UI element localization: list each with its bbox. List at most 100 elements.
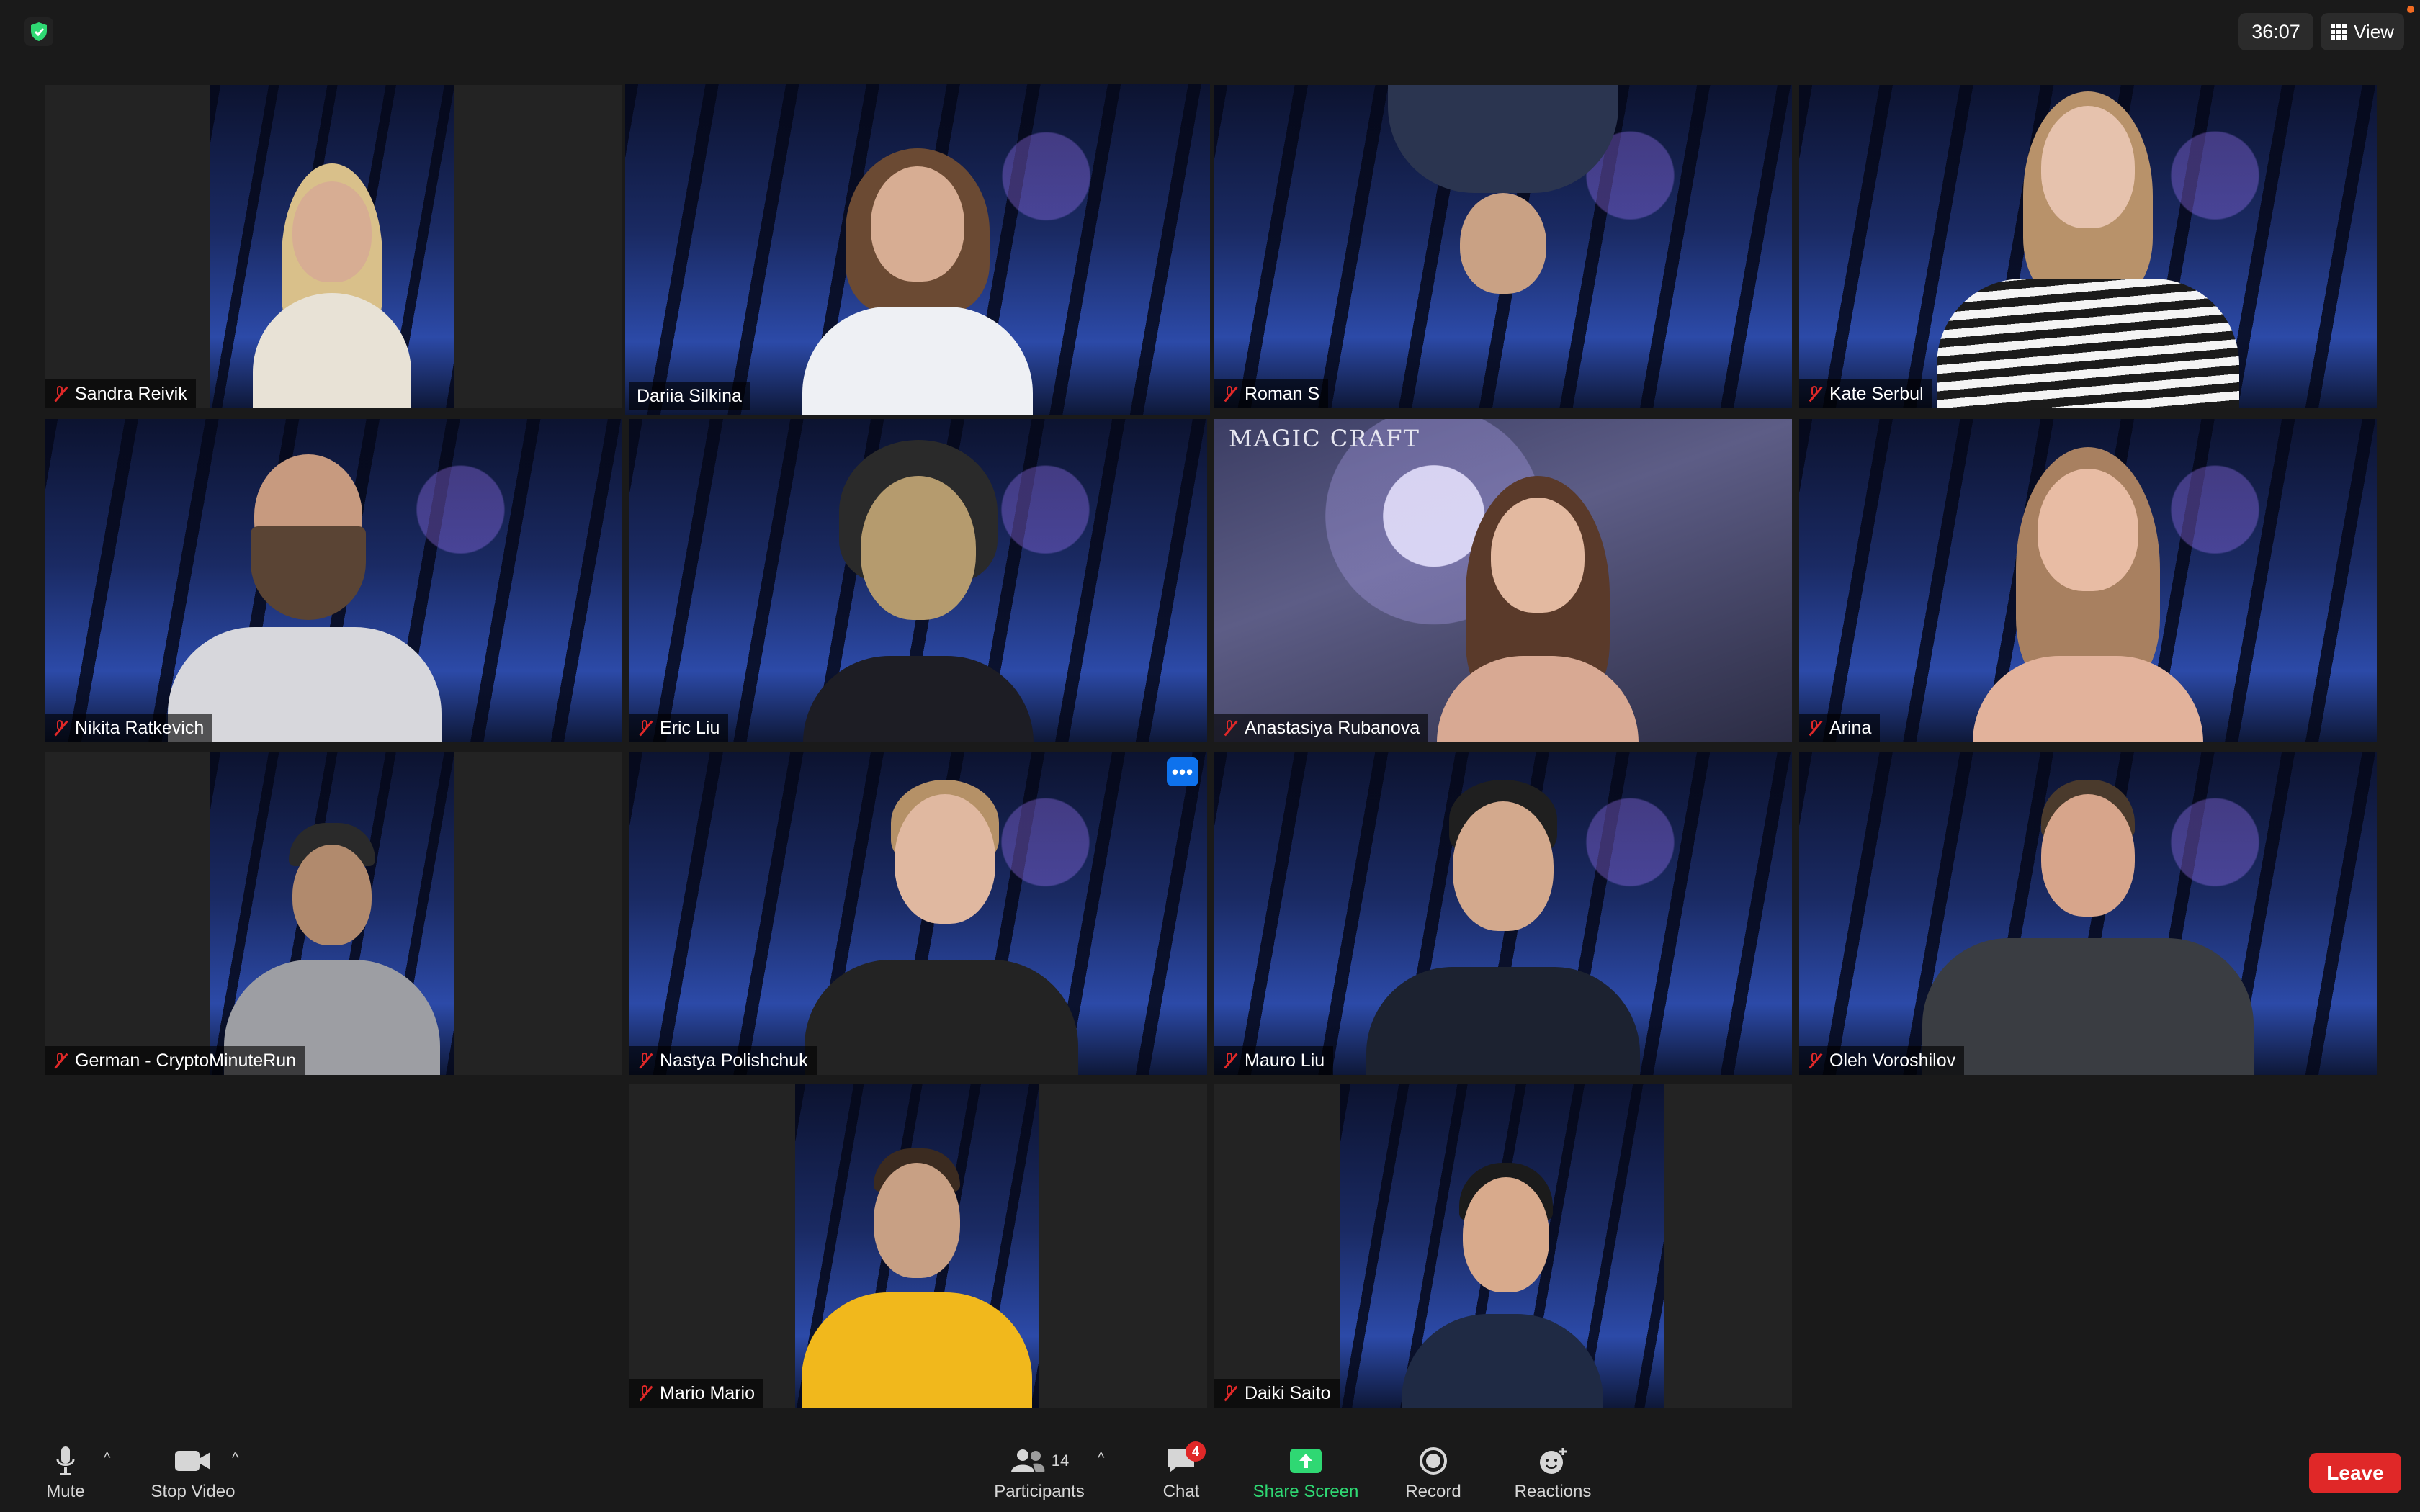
participant-name: Oleh Voroshilov (1829, 1050, 1956, 1071)
participant-video (1366, 773, 1640, 1075)
mic-muted-icon (52, 385, 68, 402)
participant-video (789, 440, 1048, 742)
audio-options-chevron-icon[interactable]: ^ (104, 1450, 110, 1467)
top-bar: 36:07 View (0, 0, 2420, 72)
chat-label: Chat (1162, 1482, 1200, 1501)
share-screen-button[interactable]: Share Screen (1246, 1434, 1366, 1512)
mic-muted-icon (637, 1052, 653, 1069)
video-tile-mauro-liu[interactable]: Mauro Liu (1214, 752, 1792, 1075)
participants-button[interactable]: 14 Participants (985, 1434, 1093, 1512)
video-tile-kate-serbul[interactable]: Kate Serbul (1799, 85, 2377, 408)
mic-muted-icon (1222, 719, 1237, 737)
participant-name: Eric Liu (660, 717, 720, 738)
participant-name: Daiki Saito (1245, 1382, 1331, 1403)
participant-video (224, 801, 440, 1075)
participants-options-chevron-icon[interactable]: ^ (1098, 1450, 1104, 1467)
notification-dot (2407, 6, 2414, 13)
video-tile-german-cryptominuterun[interactable]: German - CryptoMinuteRun (45, 752, 622, 1075)
participant-nametag: Anastasiya Rubanova (1214, 714, 1429, 742)
chat-button[interactable]: 4 Chat (1152, 1434, 1210, 1512)
participant-video (253, 149, 411, 408)
mute-label: Mute (46, 1482, 85, 1501)
leave-button[interactable]: Leave (2309, 1453, 2401, 1493)
participant-nametag: Mauro Liu (1214, 1046, 1334, 1075)
participant-name: Sandra Reivik (75, 383, 187, 404)
grid-view-icon (2331, 24, 2347, 40)
reactions-button[interactable]: Reactions (1505, 1434, 1600, 1512)
video-camera-icon (174, 1444, 212, 1477)
participant-video (781, 141, 1054, 415)
video-tile-anastasiya-rubanova[interactable]: MAGIC CRAFT Anastasiya Rubanova (1214, 419, 1792, 742)
share-screen-arrow-icon (1289, 1444, 1322, 1477)
participant-nametag: Mario Mario (629, 1379, 763, 1408)
participant-nametag: Nikita Ratkevich (45, 714, 213, 742)
participant-name: Anastasiya Rubanova (1245, 717, 1420, 738)
video-tile-nastya-polishchuk[interactable]: ••• Nastya Polishchuk (629, 752, 1207, 1075)
video-tile-eric-liu[interactable]: Eric Liu (629, 419, 1207, 742)
participant-video (1422, 469, 1653, 742)
video-feed (210, 85, 454, 408)
participants-count: 14 (1051, 1452, 1070, 1470)
meeting-timer: 36:07 (2238, 13, 2313, 50)
background-logo-text: MAGIC CRAFT (1229, 425, 1420, 452)
participant-name: Arina (1829, 717, 1872, 738)
stop-video-label: Stop Video (151, 1482, 236, 1501)
participants-label: Participants (994, 1482, 1085, 1501)
chat-unread-badge: 4 (1186, 1441, 1206, 1462)
video-tile-oleh-voroshilov[interactable]: Oleh Voroshilov (1799, 752, 2377, 1075)
video-tile-nikita-ratkevich[interactable]: Nikita Ratkevich (45, 419, 622, 742)
video-feed (1340, 1084, 1664, 1408)
video-tile-daiki-saito[interactable]: Daiki Saito (1214, 1084, 1792, 1408)
mic-muted-icon (52, 719, 68, 737)
view-button[interactable]: View (2321, 13, 2404, 50)
view-label: View (2354, 20, 2394, 42)
participant-video (802, 1134, 1032, 1408)
video-feed (210, 752, 454, 1075)
mic-muted-icon (637, 1385, 653, 1402)
participant-name: Mauro Liu (1245, 1050, 1325, 1071)
participant-nametag: German - CryptoMinuteRun (45, 1046, 305, 1075)
video-tile-sandra-reivik[interactable]: Sandra Reivik (45, 85, 622, 408)
stop-video-button[interactable]: Stop Video (141, 1434, 245, 1512)
microphone-icon (55, 1444, 76, 1477)
participant-nametag: Roman S (1214, 379, 1329, 408)
participant-video (805, 773, 1079, 1075)
video-options-chevron-icon[interactable]: ^ (232, 1450, 238, 1467)
participant-video (1922, 773, 2254, 1075)
participant-nametag: Oleh Voroshilov (1799, 1046, 1965, 1075)
mic-muted-icon (1806, 385, 1822, 402)
video-tile-arina[interactable]: Arina (1799, 419, 2377, 742)
participant-video (1937, 91, 2239, 408)
participants-icon: 14 (1010, 1444, 1069, 1477)
mic-muted-icon (637, 719, 653, 737)
participant-nametag: Sandra Reivik (45, 379, 196, 408)
participant-video-upside-down (1388, 85, 1618, 330)
mute-button[interactable]: Mute (36, 1434, 95, 1512)
security-shield-icon[interactable] (24, 17, 53, 46)
participant-video (1394, 1148, 1610, 1408)
participant-nametag: Dariia Silkina (629, 382, 750, 410)
participant-nametag: Daiki Saito (1214, 1379, 1340, 1408)
chat-bubble-icon: 4 (1165, 1441, 1206, 1477)
mic-muted-icon (1222, 1052, 1237, 1069)
record-button[interactable]: Record (1397, 1434, 1469, 1512)
meeting-toolbar: Mute ^ Stop Video ^ 14 Participants ^ 4 … (0, 1434, 2420, 1512)
record-label: Record (1405, 1482, 1461, 1501)
participant-nametag: Kate Serbul (1799, 379, 1932, 408)
share-screen-label: Share Screen (1252, 1482, 1359, 1501)
participant-name: Roman S (1245, 383, 1320, 404)
mic-muted-icon (52, 1052, 68, 1069)
video-tile-dariia-silkina[interactable]: Dariia Silkina (625, 84, 1210, 415)
more-options-button[interactable]: ••• (1167, 757, 1198, 786)
reactions-label: Reactions (1514, 1482, 1592, 1501)
record-icon (1419, 1444, 1448, 1477)
participant-nametag: Eric Liu (629, 714, 729, 742)
mic-muted-icon (1222, 385, 1237, 402)
participant-name: Nikita Ratkevich (75, 717, 205, 738)
video-tile-mario-mario[interactable]: Mario Mario (629, 1084, 1207, 1408)
participant-name: Dariia Silkina (637, 385, 742, 406)
video-tile-roman-s[interactable]: Roman S (1214, 85, 1792, 408)
participant-name: Nastya Polishchuk (660, 1050, 808, 1071)
participant-nametag: Arina (1799, 714, 1881, 742)
mic-muted-icon (1806, 719, 1822, 737)
